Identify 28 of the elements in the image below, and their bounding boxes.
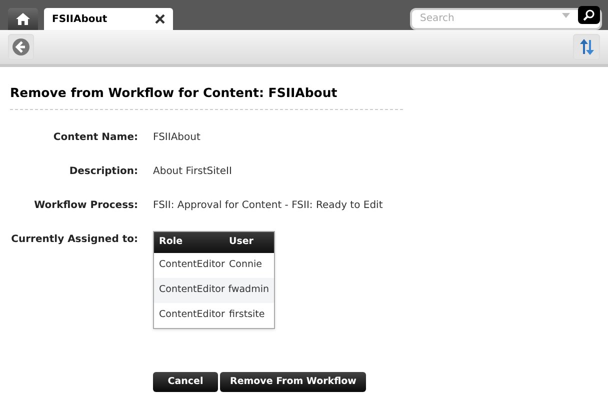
cancel-button[interactable]: Cancel — [153, 372, 218, 392]
table-cell: Connie — [229, 258, 262, 272]
field-label: Description: — [68, 164, 138, 179]
table-cell: fwadmin — [228, 283, 269, 298]
home-icon — [16, 13, 30, 25]
tab[interactable]: FSIIAbout — [44, 8, 173, 30]
home-tab[interactable] — [8, 8, 38, 30]
table-cell-text: ContentEditor — [159, 258, 226, 272]
close-icon[interactable] — [155, 14, 165, 24]
field-label: Workflow Process: — [33, 198, 138, 213]
field-value: FSII: Approval for Content - FSII: Ready to Edit — [153, 198, 383, 213]
search-button[interactable] — [578, 6, 600, 24]
search-field[interactable]: Search — [410, 8, 602, 30]
field-label: Currently Assigned to: — [10, 232, 138, 247]
field-value: About FirstSiteII — [153, 164, 232, 179]
field-value: FSIIAbout — [153, 130, 200, 145]
column-header: User — [229, 235, 254, 250]
field-label: Content Name: — [52, 130, 138, 145]
table-cell-text: ContentEditor — [159, 308, 226, 322]
page-title: Remove from Workflow for Content: FSIIAbout — [10, 84, 338, 102]
sync-arrows-icon — [578, 39, 596, 55]
search-icon — [583, 9, 595, 21]
back-button[interactable] — [8, 34, 34, 60]
remove-button[interactable]: Remove From Workflow — [220, 372, 366, 392]
table-cell: firstsite — [229, 308, 265, 322]
table-cell-text: ContentEditor — [159, 283, 226, 298]
refresh-button[interactable] — [573, 34, 600, 60]
column-header: Role — [159, 235, 184, 250]
